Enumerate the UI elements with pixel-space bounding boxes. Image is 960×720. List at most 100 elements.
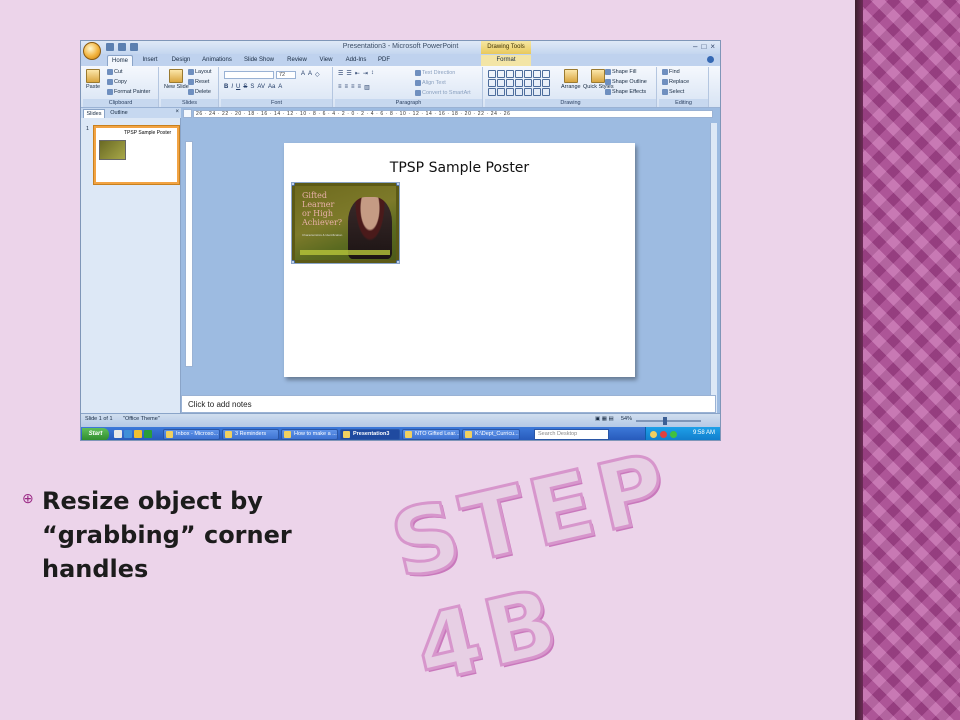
close-pane-icon[interactable]: × <box>175 109 179 115</box>
align-center-icon[interactable]: ≡ <box>345 84 349 91</box>
tab-view[interactable]: View <box>315 55 337 66</box>
indent-icon[interactable]: ⇤ <box>355 70 360 77</box>
delete-button[interactable]: Delete <box>188 89 211 95</box>
new-slide-icon <box>169 69 184 83</box>
tab-design[interactable]: Design <box>167 55 195 66</box>
clipboard-group: Paste Cut Copy Format Painter Clipboard <box>83 67 159 107</box>
case-icon[interactable]: Aa <box>268 84 275 90</box>
text-direction-button[interactable]: Text Direction <box>415 70 455 76</box>
grow-font-icon[interactable]: A <box>301 71 305 78</box>
tab-home[interactable]: Home <box>107 55 133 66</box>
bullets-icon[interactable]: ☰ <box>338 70 343 77</box>
maximize-button[interactable]: □ <box>701 42 706 51</box>
zoom-knob[interactable] <box>663 417 667 425</box>
theme-name: "Office Theme" <box>123 416 160 422</box>
underline-icon[interactable]: U <box>236 84 240 90</box>
arrange-button[interactable]: Arrange <box>561 69 581 90</box>
font-style-buttons: B I U S S AV Aa A <box>224 84 282 90</box>
resize-handle-bottom-right[interactable] <box>396 260 399 263</box>
italic-icon[interactable]: I <box>231 84 233 90</box>
find-button[interactable]: Find <box>662 69 680 75</box>
tab-animations[interactable]: Animations <box>198 55 236 66</box>
slide-thumbnail[interactable]: TPSP Sample Poster <box>94 126 179 184</box>
tab-add-ins[interactable]: Add-Ins <box>342 55 370 66</box>
slide-title[interactable]: TPSP Sample Poster <box>284 160 635 176</box>
shadow-icon[interactable]: S <box>250 84 254 90</box>
select-button[interactable]: Select <box>662 89 684 95</box>
format-painter-button[interactable]: Format Painter <box>107 89 150 95</box>
zoom-slider[interactable] <box>636 417 701 425</box>
outdent-icon[interactable]: ⇥ <box>363 70 368 77</box>
help-icon[interactable] <box>707 56 714 63</box>
shrink-font-icon[interactable]: A <box>308 71 312 78</box>
resize-handle-bottom-left[interactable] <box>292 260 295 263</box>
numbering-icon[interactable]: ☰ <box>346 70 351 77</box>
shape-outline-button[interactable]: Shape Outline <box>605 79 647 85</box>
shape-fill-button[interactable]: Shape Fill <box>605 69 636 75</box>
tab-outline-pane[interactable]: Outline <box>107 109 131 118</box>
strike-icon[interactable]: S <box>243 84 247 90</box>
taskbar-item-reminders[interactable]: 3 Reminders <box>222 429 279 440</box>
quicklaunch-desktop-icon[interactable] <box>114 430 122 438</box>
tab-pdf[interactable]: PDF <box>374 55 394 66</box>
taskbar-item-dept-folder[interactable]: K:\Dept_Curricu... <box>462 429 520 440</box>
quicklaunch-ie-icon[interactable] <box>124 430 132 438</box>
shape-effects-button[interactable]: Shape Effects <box>605 89 646 95</box>
clear-format-icon[interactable]: ◇ <box>315 71 320 78</box>
office-button[interactable] <box>83 42 101 60</box>
brush-icon <box>107 89 113 95</box>
notes-pane[interactable]: Click to add notes <box>181 395 716 413</box>
tab-insert[interactable]: Insert <box>137 55 163 66</box>
layout-button[interactable]: Layout <box>188 69 212 75</box>
tab-slides-pane[interactable]: Slides <box>83 109 105 118</box>
font-size-combo[interactable]: 72 <box>276 71 296 79</box>
taskbar-item-nto-gifted[interactable]: NTO Gifted Lear... <box>402 429 460 440</box>
quicklaunch-folder-icon[interactable] <box>134 430 142 438</box>
desktop-search-input[interactable]: Search Desktop <box>534 429 609 440</box>
quicklaunch-media-icon[interactable] <box>144 430 152 438</box>
align-left-icon[interactable]: ≡ <box>338 84 342 91</box>
editing-group-label: Editing <box>659 99 708 107</box>
taskbar-item-how-to[interactable]: How to make a ... <box>281 429 338 440</box>
bold-icon[interactable]: B <box>224 84 228 90</box>
taskbar-item-presentation[interactable]: Presentation3 <box>340 429 400 440</box>
close-button[interactable]: × <box>710 42 715 51</box>
shapes-gallery[interactable] <box>488 70 550 96</box>
paste-label: Paste <box>86 84 101 90</box>
horizontal-ruler: 26 · 24 · 22 · 20 · 18 · 16 · 14 · 12 · … <box>193 110 713 118</box>
view-buttons[interactable]: ▣ ▦ ▤ <box>595 416 614 422</box>
tab-review[interactable]: Review <box>283 55 311 66</box>
poster-image[interactable]: Gifted Learner or High Achiever? Charact… <box>291 182 400 264</box>
convert-smartart-button[interactable]: Convert to SmartArt <box>415 90 471 96</box>
align-text-button[interactable]: Align Text <box>415 80 446 86</box>
tab-format[interactable]: Format <box>481 55 531 66</box>
text-direction-label: Text Direction <box>422 70 456 76</box>
slide-canvas[interactable]: TPSP Sample Poster Gifted Learner or Hig… <box>284 143 635 377</box>
align-text-label: Align Text <box>422 80 446 86</box>
align-right-icon[interactable]: ≡ <box>351 84 355 91</box>
new-slide-button[interactable]: New Slide <box>164 69 189 90</box>
columns-icon[interactable]: ▥ <box>364 84 370 91</box>
replace-button[interactable]: Replace <box>662 79 689 85</box>
cut-button[interactable]: Cut <box>107 69 123 75</box>
font-color-icon[interactable]: A <box>278 84 282 90</box>
font-name-combo[interactable] <box>224 71 274 79</box>
vertical-scrollbar[interactable] <box>710 123 717 413</box>
copy-button[interactable]: Copy <box>107 79 127 85</box>
minimize-button[interactable]: – <box>693 42 697 51</box>
tab-slide-show[interactable]: Slide Show <box>241 55 277 66</box>
justify-icon[interactable]: ≡ <box>358 84 362 91</box>
step-heading: STEP 4B <box>380 430 683 705</box>
spacing-icon[interactable]: AV <box>257 84 265 90</box>
start-button[interactable]: Start <box>82 428 109 440</box>
resize-handle-top-left[interactable] <box>292 183 295 186</box>
paste-button[interactable]: Paste <box>86 69 100 90</box>
line-spacing-icon[interactable]: ↕ <box>371 70 374 77</box>
ribbon-tabs: Home Insert Design Animations Slide Show… <box>81 54 720 66</box>
reset-button[interactable]: Reset <box>188 79 209 85</box>
resize-handle-top-right[interactable] <box>396 183 399 186</box>
horizontal-ruler-ticks: 26 · 24 · 22 · 20 · 18 · 16 · 14 · 12 · … <box>196 111 511 117</box>
taskbar-item-inbox[interactable]: Inbox - Microso... <box>163 429 220 440</box>
poster-bottom-strip <box>300 250 390 255</box>
shape-effects-label: Shape Effects <box>612 89 647 95</box>
